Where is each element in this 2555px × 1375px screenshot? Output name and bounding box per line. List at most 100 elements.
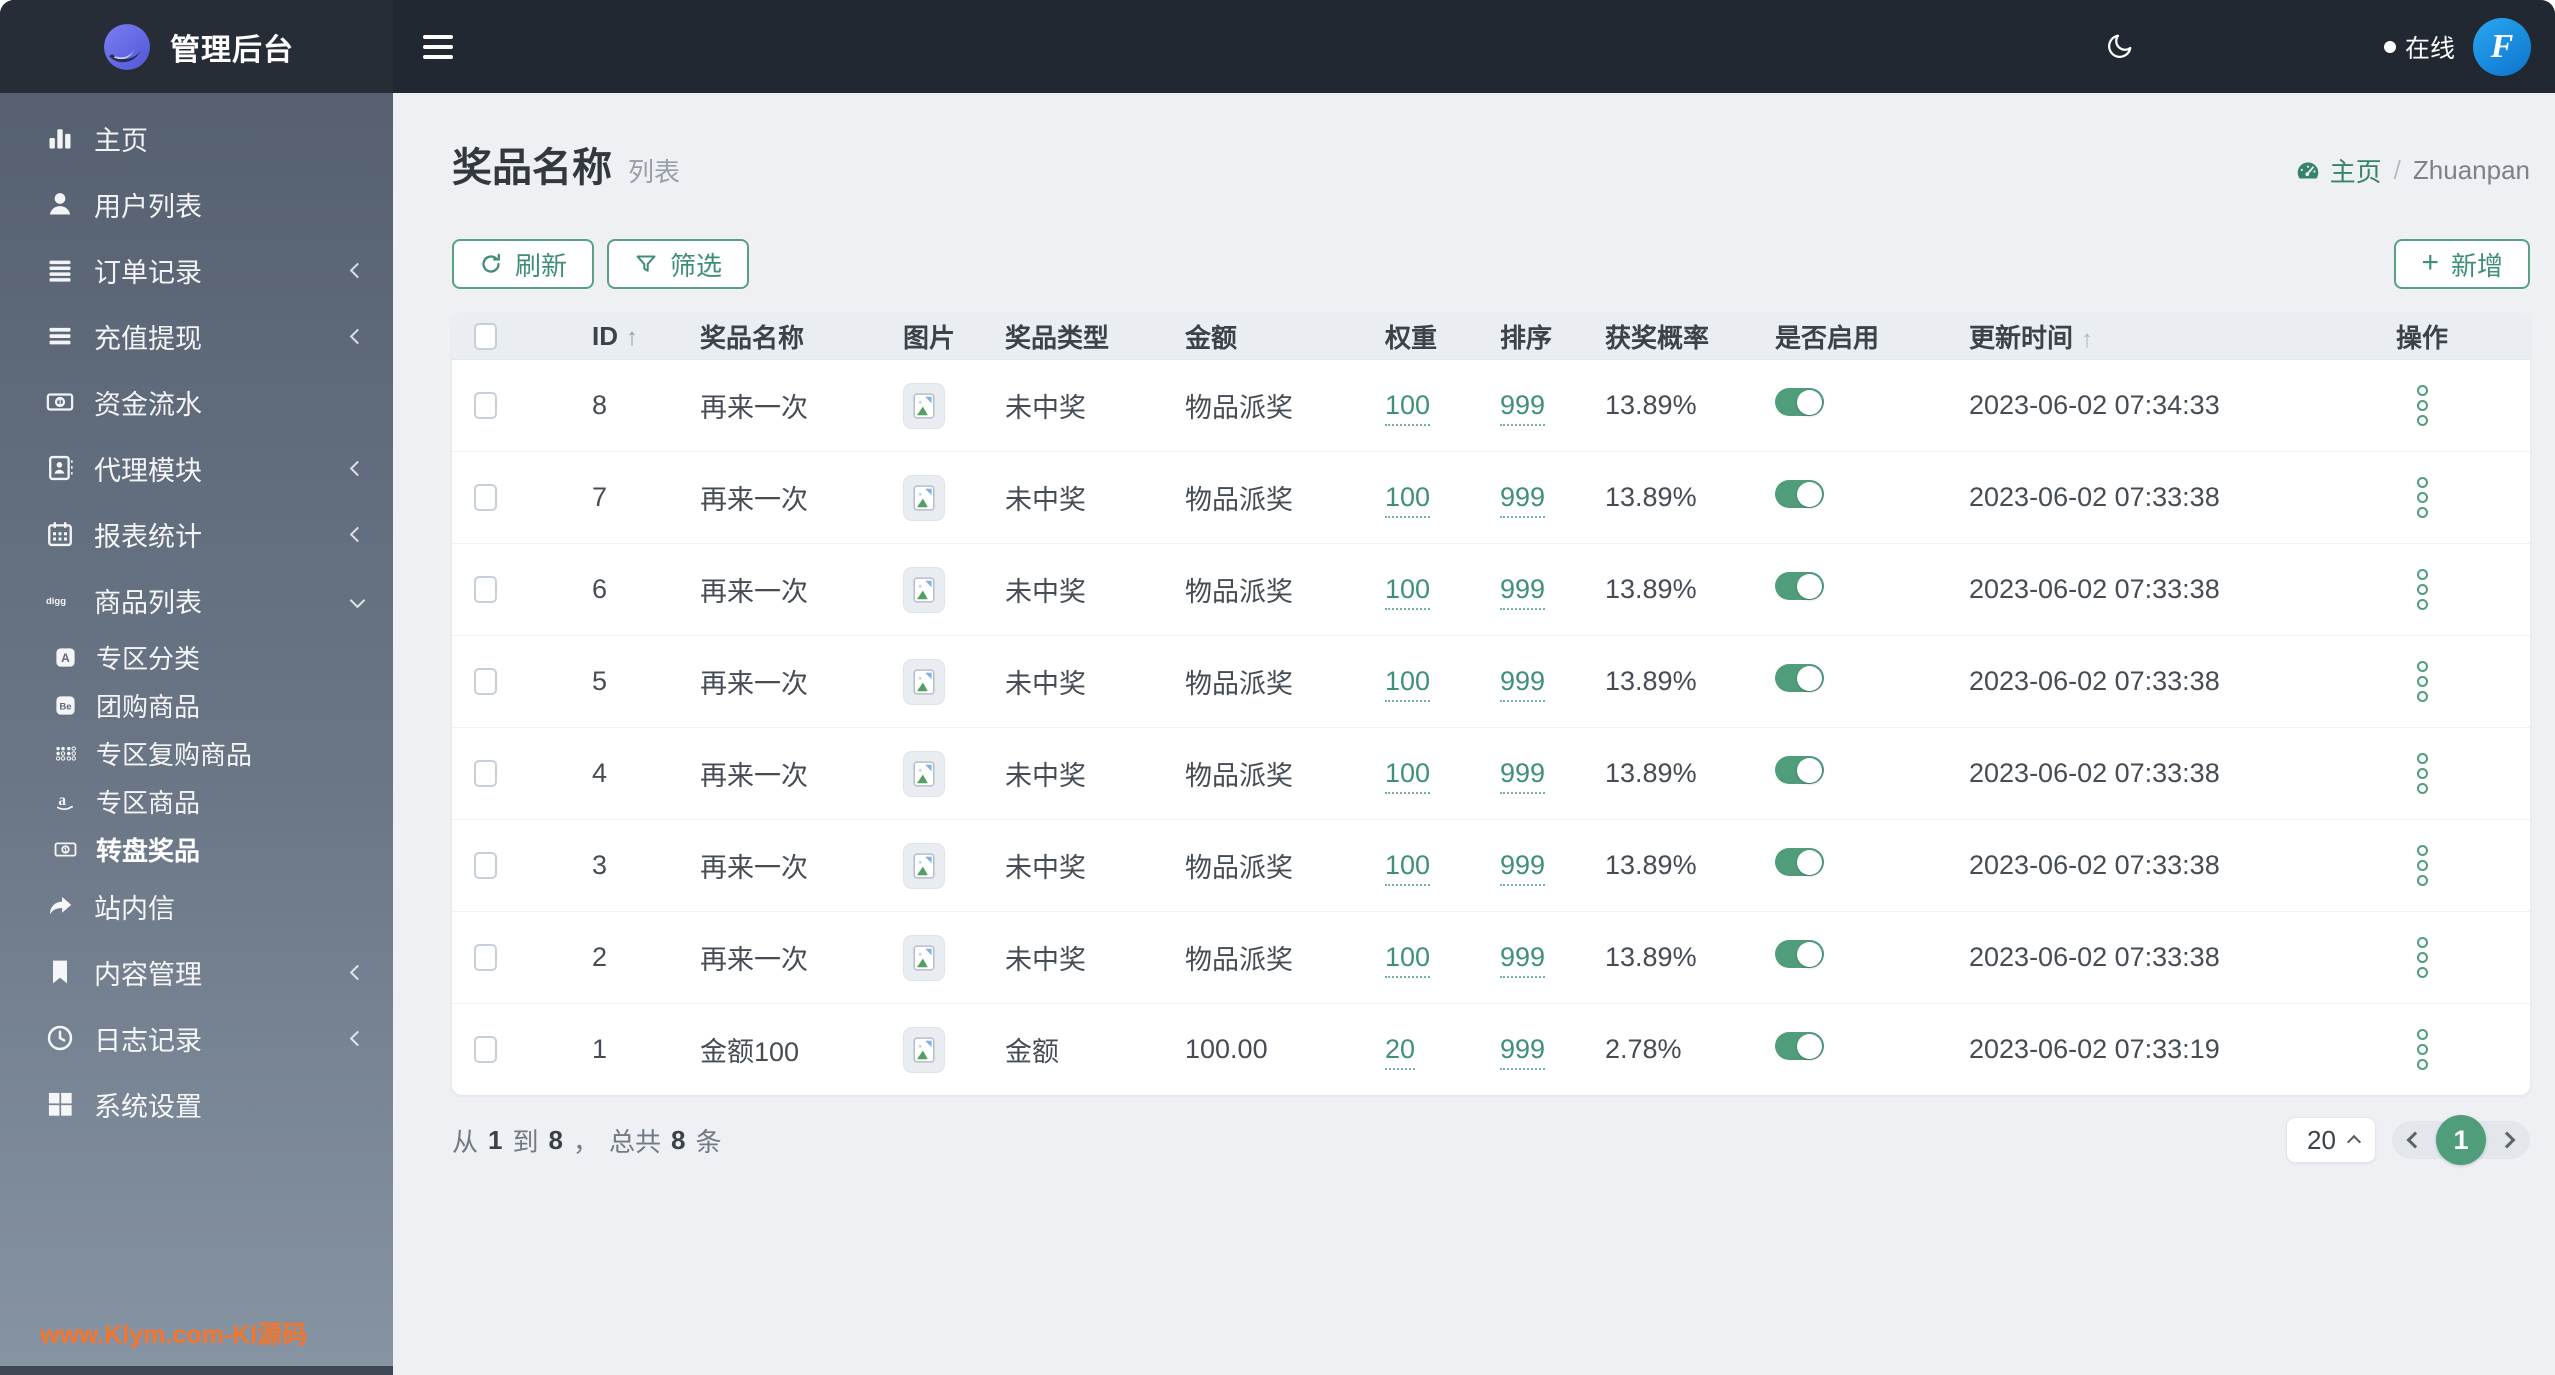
sort-editable-link[interactable]: 999 (1500, 574, 1545, 610)
broken-image-icon (913, 853, 935, 879)
weight-editable-link[interactable]: 100 (1385, 574, 1430, 610)
next-page-button[interactable] (2499, 1132, 2516, 1149)
page-size-select[interactable]: 20 (2286, 1117, 2376, 1163)
row-actions-kebab-icon[interactable] (2411, 931, 2434, 984)
sidebar-item-site-message[interactable]: 站内信 (0, 873, 393, 939)
prev-page-button[interactable] (2407, 1132, 2424, 1149)
sidebar-item-goods-list[interactable]: digg商品列表 (0, 567, 393, 633)
column-header-amount[interactable]: 金额 (1167, 318, 1365, 355)
row-actions-kebab-icon[interactable] (2411, 471, 2434, 524)
sidebar-item-zone-rebuy-goods[interactable]: 专区复购商品 (0, 729, 393, 777)
sidebar-item-funds-flow[interactable]: 1资金流水 (0, 369, 393, 435)
cell-probability: 13.89% (1586, 666, 1758, 697)
cell-prize-type: 未中奖 (989, 938, 1167, 977)
breadcrumb-home-link[interactable]: 主页 (2295, 152, 2382, 189)
weight-editable-link[interactable]: 100 (1385, 850, 1430, 886)
add-button[interactable]: + 新增 (2394, 239, 2530, 289)
avatar-letter: F (2491, 28, 2514, 66)
sidebar-item-users[interactable]: 用户列表 (0, 171, 393, 237)
weight-editable-link[interactable]: 100 (1385, 942, 1430, 978)
broken-image-icon (913, 393, 935, 419)
enabled-toggle[interactable] (1775, 480, 1824, 508)
prize-image-thumbnail[interactable] (903, 383, 945, 429)
row-checkbox[interactable] (474, 760, 497, 787)
column-header-id[interactable]: ID↑ (518, 321, 668, 352)
enabled-toggle[interactable] (1775, 664, 1824, 692)
sidebar-item-wheel-prizes[interactable]: 1转盘奖品 (0, 825, 393, 873)
enabled-toggle[interactable] (1775, 848, 1824, 876)
weight-editable-link[interactable]: 100 (1385, 390, 1430, 426)
prize-image-thumbnail[interactable] (903, 475, 945, 521)
weight-editable-link[interactable]: 100 (1385, 666, 1430, 702)
sidebar-item-zone-goods[interactable]: a专区商品 (0, 777, 393, 825)
table-row: 4 再来一次 未中奖 物品派奖 100 999 13.89% 2023-06-0… (452, 727, 2530, 819)
row-actions-kebab-icon[interactable] (2411, 839, 2434, 892)
column-header-updated[interactable]: 更新时间↑ (1944, 318, 2314, 355)
calendar-icon (42, 518, 78, 550)
weight-editable-link[interactable]: 100 (1385, 758, 1430, 794)
sort-editable-link[interactable]: 999 (1500, 390, 1545, 426)
row-checkbox[interactable] (474, 668, 497, 695)
column-header-weight[interactable]: 权重 (1365, 318, 1478, 355)
column-header-prize-name[interactable]: 奖品名称 (668, 318, 873, 355)
prize-image-thumbnail[interactable] (903, 1027, 945, 1073)
column-header-sort[interactable]: 排序 (1478, 318, 1586, 355)
column-header-prize-type[interactable]: 奖品类型 (989, 318, 1167, 355)
column-header-enabled[interactable]: 是否启用 (1758, 318, 1944, 355)
cell-probability: 13.89% (1586, 390, 1758, 421)
enabled-toggle[interactable] (1775, 940, 1824, 968)
row-checkbox[interactable] (474, 1036, 497, 1063)
sort-asc-icon: ↑ (2081, 326, 2093, 353)
sidebar-item-group-goods[interactable]: Be团购商品 (0, 681, 393, 729)
sort-editable-link[interactable]: 999 (1500, 482, 1545, 518)
sidebar-item-content-manage[interactable]: 内容管理 (0, 939, 393, 1005)
sort-editable-link[interactable]: 999 (1500, 758, 1545, 794)
filter-button[interactable]: 筛选 (607, 239, 749, 289)
row-checkbox[interactable] (474, 852, 497, 879)
enabled-toggle[interactable] (1775, 756, 1824, 784)
prize-image-thumbnail[interactable] (903, 935, 945, 981)
prize-image-thumbnail[interactable] (903, 843, 945, 889)
row-actions-kebab-icon[interactable] (2411, 563, 2434, 616)
sidebar-item-report-stats[interactable]: 报表统计 (0, 501, 393, 567)
enabled-toggle[interactable] (1775, 1032, 1824, 1060)
windows-icon (42, 1088, 78, 1120)
sidebar-item-home[interactable]: 主页 (0, 105, 393, 171)
sort-editable-link[interactable]: 999 (1500, 850, 1545, 886)
prize-image-thumbnail[interactable] (903, 751, 945, 797)
row-checkbox[interactable] (474, 392, 497, 419)
weight-editable-link[interactable]: 20 (1385, 1034, 1415, 1070)
row-checkbox[interactable] (474, 484, 497, 511)
sidebar-item-recharge-withdraw[interactable]: 充值提现 (0, 303, 393, 369)
current-page-button[interactable]: 1 (2436, 1115, 2486, 1165)
sidebar-item-system-settings[interactable]: 系统设置 (0, 1071, 393, 1137)
column-header-probability[interactable]: 获奖概率 (1586, 318, 1758, 355)
sidebar-item-zone-category[interactable]: A专区分类 (0, 633, 393, 681)
sort-editable-link[interactable]: 999 (1500, 666, 1545, 702)
row-checkbox[interactable] (474, 944, 497, 971)
row-actions-kebab-icon[interactable] (2411, 1023, 2434, 1076)
row-checkbox[interactable] (474, 576, 497, 603)
sort-editable-link[interactable]: 999 (1500, 1034, 1545, 1070)
cell-updated-time: 2023-06-02 07:33:38 (1944, 942, 2314, 973)
user-avatar[interactable]: F (2473, 18, 2531, 76)
enabled-toggle[interactable] (1775, 572, 1824, 600)
weight-editable-link[interactable]: 100 (1385, 482, 1430, 518)
prize-image-thumbnail[interactable] (903, 567, 945, 613)
sidebar-item-agent-module[interactable]: 代理模块 (0, 435, 393, 501)
sidebar-toggle-button[interactable] (423, 35, 453, 59)
row-actions-kebab-icon[interactable] (2411, 747, 2434, 800)
sidebar-item-log-records[interactable]: 日志记录 (0, 1005, 393, 1071)
enabled-toggle[interactable] (1775, 388, 1824, 416)
chevron-up-icon (2347, 1135, 2361, 1149)
dark-mode-toggle[interactable] (2104, 32, 2134, 62)
sidebar-item-orders[interactable]: 订单记录 (0, 237, 393, 303)
prize-image-thumbnail[interactable] (903, 659, 945, 705)
refresh-button[interactable]: 刷新 (452, 239, 594, 289)
row-actions-kebab-icon[interactable] (2411, 655, 2434, 708)
row-actions-kebab-icon[interactable] (2411, 379, 2434, 432)
select-all-checkbox[interactable] (474, 323, 497, 350)
sort-editable-link[interactable]: 999 (1500, 942, 1545, 978)
sidebar-item-label: 用户列表 (94, 185, 363, 224)
cell-probability: 13.89% (1586, 758, 1758, 789)
